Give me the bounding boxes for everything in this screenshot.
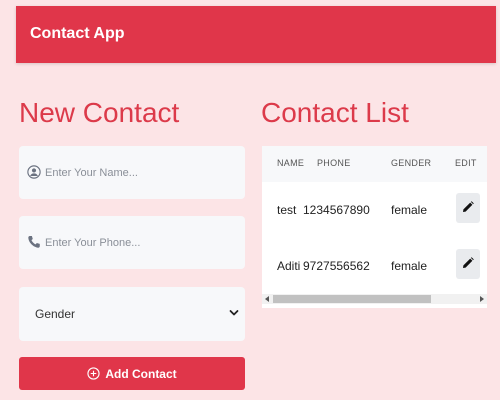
scroll-left-arrow-icon[interactable] <box>265 296 269 302</box>
chevron-down-icon <box>229 306 239 320</box>
edit-button[interactable] <box>456 193 480 223</box>
scroll-right-arrow-icon[interactable] <box>480 296 484 302</box>
contact-phone: 1234567890 <box>303 203 370 217</box>
column-header-gender: GENDER <box>391 158 432 168</box>
phone-input[interactable] <box>45 216 239 269</box>
user-circle-icon <box>27 165 41 179</box>
contact-gender: female <box>391 259 428 273</box>
pencil-icon <box>462 200 474 216</box>
edit-button[interactable] <box>456 249 480 279</box>
name-field[interactable] <box>19 146 245 199</box>
add-contact-button[interactable]: Add Contact <box>19 357 245 390</box>
table-row: test 1234567890 female <box>262 182 487 238</box>
contact-table: NAME PHONE GENDER EDIT test 1234567890 f… <box>262 146 487 308</box>
name-input[interactable] <box>45 146 239 199</box>
contact-gender: female <box>391 203 428 217</box>
new-contact-heading: New Contact <box>19 97 180 128</box>
gender-select[interactable]: Gender <box>19 287 245 341</box>
plus-circle-icon <box>87 367 100 380</box>
horizontal-scrollbar[interactable] <box>262 294 487 304</box>
contact-name: test <box>277 203 297 217</box>
table-row: Aditi 9727556562 female <box>262 238 487 294</box>
add-contact-label: Add Contact <box>105 366 177 381</box>
gender-select-value: Gender <box>35 307 76 321</box>
contact-name: Aditi <box>277 259 301 273</box>
phone-field[interactable] <box>19 216 245 269</box>
pencil-icon <box>462 256 474 272</box>
column-header-name: NAME <box>277 158 305 168</box>
app-title: Contact App <box>30 25 125 42</box>
column-header-edit: EDIT <box>455 158 477 168</box>
contact-list-heading: Contact List <box>261 97 409 128</box>
column-header-phone: PHONE <box>317 158 351 168</box>
app-header: Contact App <box>16 6 496 63</box>
phone-icon <box>27 235 41 249</box>
scrollbar-thumb[interactable] <box>273 295 431 303</box>
contact-phone: 9727556562 <box>303 259 370 273</box>
table-header: NAME PHONE GENDER EDIT <box>262 146 487 182</box>
